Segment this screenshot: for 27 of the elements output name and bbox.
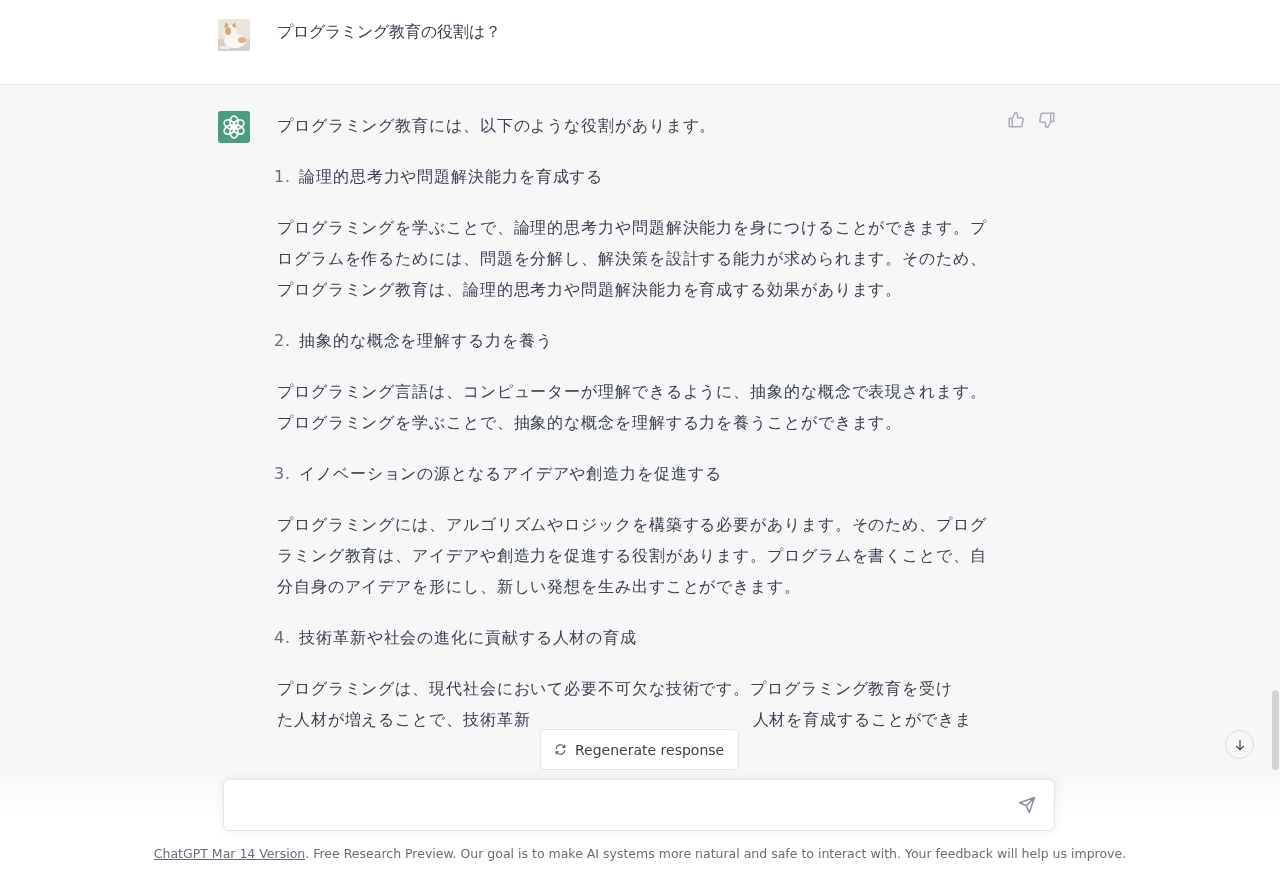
response-text-fragment: た人材が増えることで、技術革新 <box>277 710 531 729</box>
response-intro: プログラミング教育には、以下のような役割があります。 <box>277 115 718 137</box>
section-heading: イノベーションの源となるアイデアや創造力を促進する <box>299 463 722 485</box>
list-number: 1. <box>274 166 292 188</box>
version-link[interactable]: ChatGPT Mar 14 Version <box>153 846 306 861</box>
scrollbar-thumb[interactable] <box>1272 690 1279 770</box>
list-number: 3. <box>274 463 292 485</box>
response-paragraph: プログラミングには、アルゴリズムやロジックを構築する必要があります。そのため、プログラミング教育は、アイデアや創造力を促進する役割があります。プログラムを書くことで、自分自身のアイデアを形にし、新しい発想を生み出すことができます。 <box>277 514 988 598</box>
response-text-fragment: 人材を育成することができま <box>752 710 973 729</box>
footer-note: ChatGPT Mar 14 Version. Free Research Preview. Our goal is to make AI systems more natural and safe to interact with. Your feedback will help us improve. <box>152 846 1128 861</box>
thumbs-down-icon[interactable] <box>1038 111 1056 129</box>
scroll-down-button[interactable] <box>1225 730 1254 759</box>
user-message: プログラミング教育の役割は？ <box>277 21 501 43</box>
section-heading: 技術革新や社会の進化に貢献する人材の育成 <box>299 627 638 649</box>
message-input[interactable] <box>223 779 1055 831</box>
response-paragraph: プログラミングを学ぶことで、論理的思考力や問題解決能力を身につけることができます。プログラムを作るためには、問題を分解し、解決策を設計する能力が求められます。そのため、プログラミング教育は、論理的思考力や問題解決能力を育成する効果があります。 <box>277 217 988 301</box>
response-text-fragment: プログラミングは、現代社会において必要不可欠な技術です。プログラミング教育を受け <box>277 679 953 698</box>
section-heading: 抽象的な概念を理解する力を養う <box>299 330 553 352</box>
list-number: 4. <box>274 627 292 649</box>
section-heading: 論理的思考力や問題解決能力を育成する <box>299 166 604 188</box>
refresh-icon <box>554 743 567 756</box>
response-paragraph: プログラミング言語は、コンピューターが理解できるように、抽象的な概念で表現されます。プログラミングを学ぶことで、抽象的な概念を理解する力を養うことができます。 <box>277 381 988 434</box>
list-number: 2. <box>274 330 292 352</box>
thumbs-up-icon[interactable] <box>1007 111 1025 129</box>
send-icon[interactable] <box>1018 796 1036 814</box>
knot-logo-icon <box>218 111 250 143</box>
regenerate-button[interactable]: Regenerate response <box>540 729 739 770</box>
